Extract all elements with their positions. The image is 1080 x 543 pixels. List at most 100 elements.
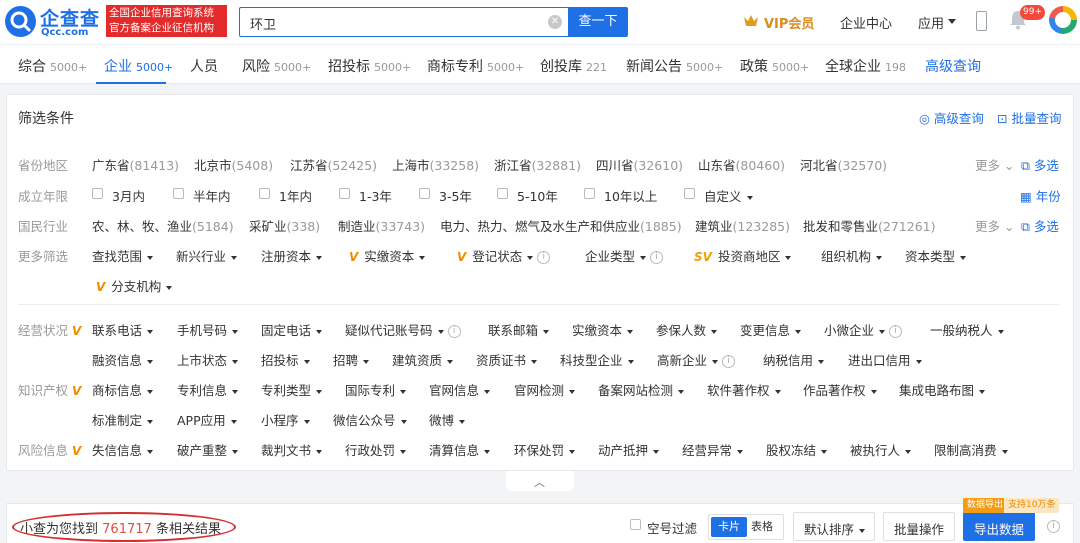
card-view-button[interactable]: 卡片	[711, 517, 747, 537]
province-option[interactable]: 四川省(32610)	[596, 155, 683, 174]
info-icon[interactable]: i	[722, 355, 735, 368]
filter-dropdown[interactable]: 标准制定	[92, 410, 154, 429]
province-option[interactable]: 上海市(33258)	[392, 155, 479, 174]
filter-dropdown[interactable]: 固定电话	[261, 320, 323, 339]
filter-dropdown[interactable]: 联系邮箱	[488, 320, 550, 339]
filter-dropdown[interactable]: 官网检测	[514, 380, 576, 399]
empty-number-label[interactable]: 空号过滤	[647, 518, 697, 537]
advanced-query-link[interactable]: ◎ 高级查询	[919, 108, 984, 127]
filter-dropdown[interactable]: 联系电话	[92, 320, 154, 339]
industry-more-button[interactable]: 更多 ⌄	[975, 216, 1014, 235]
filter-dropdown[interactable]: 裁判文书	[261, 440, 323, 459]
filter-dropdown[interactable]: 注册资本	[261, 246, 323, 265]
filter-dropdown[interactable]: 商标信息	[92, 380, 154, 399]
filter-dropdown[interactable]: 环保处罚	[514, 440, 576, 459]
founded-option[interactable]: 1年内	[279, 186, 312, 205]
filter-dropdown[interactable]: APP应用	[177, 410, 237, 429]
founded-checkbox[interactable]	[92, 188, 103, 199]
filter-dropdown[interactable]: 作品著作权	[803, 380, 877, 399]
tab-bidding[interactable]: 招投标 5000+	[328, 56, 411, 76]
filter-dropdown[interactable]: 限制高消费	[934, 440, 1008, 459]
filter-dropdown[interactable]: 参保人数	[656, 320, 718, 339]
filter-dropdown[interactable]: 招投标	[261, 350, 310, 369]
tab-enterprise[interactable]: 企业 5000+	[104, 56, 173, 76]
province-option[interactable]: 广东省(81413)	[92, 155, 179, 174]
filter-dropdown[interactable]: 清算信息	[429, 440, 491, 459]
filter-dropdown[interactable]: 失信信息	[92, 440, 154, 459]
filter-dropdown[interactable]: 专利信息	[177, 380, 239, 399]
filter-dropdown[interactable]: 融资信息	[92, 350, 154, 369]
industry-option[interactable]: 农、林、牧、渔业(5184)	[92, 216, 234, 235]
batch-query-link[interactable]: ⊡ 批量查询	[997, 108, 1061, 127]
tab-policy[interactable]: 政策 5000+	[740, 56, 809, 76]
industry-option[interactable]: 电力、热力、燃气及水生产和供应业(1885)	[440, 216, 682, 235]
info-icon[interactable]: i	[650, 251, 663, 264]
filter-dropdown[interactable]: 资本类型	[905, 246, 967, 265]
filter-dropdown[interactable]: 建筑资质	[392, 350, 454, 369]
info-icon[interactable]: i	[447, 325, 461, 338]
qcc-logo-icon[interactable]	[5, 6, 36, 37]
filter-dropdown[interactable]: 小程序	[261, 410, 310, 429]
tab-risk[interactable]: 风险 5000+	[242, 56, 311, 76]
tab-all[interactable]: 综合 5000+	[18, 56, 87, 76]
filter-dropdown[interactable]: 上市状态	[177, 350, 239, 369]
batch-operation-label[interactable]: 批量操作	[894, 519, 944, 538]
founded-option[interactable]: 5-10年	[517, 186, 558, 205]
filter-dropdown[interactable]: 国际专利	[345, 380, 407, 399]
search-input-value[interactable]: 环卫	[250, 14, 276, 33]
export-label[interactable]: 导出数据	[974, 519, 1024, 538]
filter-dropdown[interactable]: 微信公众号	[333, 410, 407, 429]
founded-checkbox[interactable]	[584, 188, 595, 199]
info-icon[interactable]: i	[889, 325, 902, 338]
filter-dropdown[interactable]: 实缴资本	[572, 320, 634, 339]
founded-option[interactable]: 半年内	[193, 186, 231, 205]
founded-option[interactable]: 3-5年	[439, 186, 472, 205]
filter-dropdown[interactable]: 高新企业 i	[657, 350, 735, 369]
founded-option[interactable]: 3月内	[112, 186, 145, 205]
founded-checkbox[interactable]	[684, 188, 695, 199]
founded-option[interactable]: 1-3年	[359, 186, 392, 205]
filter-dropdown[interactable]: 被执行人	[850, 440, 912, 459]
tab-trademark-patent[interactable]: 商标专利 5000+	[427, 56, 524, 76]
filter-dropdown[interactable]: 官网信息	[429, 380, 491, 399]
province-option[interactable]: 山东省(80460)	[698, 155, 785, 174]
filter-dropdown[interactable]: 疑似代记账号码 i	[345, 320, 461, 339]
province-more-button[interactable]: 更多 ⌄	[975, 155, 1014, 174]
search-button[interactable]: 查一下	[568, 7, 628, 37]
filter-dropdown[interactable]: 科技型企业	[560, 350, 634, 369]
vip-link[interactable]: VIP会员	[764, 13, 814, 32]
industry-multi-button[interactable]: ⧉ 多选	[1021, 216, 1059, 235]
app-menu[interactable]: 应用	[918, 13, 944, 32]
industry-option[interactable]: 制造业(33743)	[338, 216, 425, 235]
founded-checkbox[interactable]	[259, 188, 270, 199]
filter-dropdown[interactable]: 小微企业 i	[824, 320, 902, 339]
table-view-button[interactable]: 表格	[751, 518, 773, 534]
year-button[interactable]: ▦ 年份	[1020, 186, 1061, 205]
sort-label[interactable]: 默认排序	[804, 519, 866, 538]
tab-global[interactable]: 全球企业 198	[825, 56, 906, 76]
filter-dropdown[interactable]: SV 投资商地区	[694, 246, 792, 265]
filter-dropdown[interactable]: 纳税信用	[763, 350, 825, 369]
filter-dropdown[interactable]: 破产重整	[177, 440, 239, 459]
filter-dropdown[interactable]: 行政处罚	[345, 440, 407, 459]
tab-person[interactable]: 人员	[190, 56, 218, 76]
filter-dropdown[interactable]: 企业类型 i	[585, 246, 663, 265]
filter-dropdown[interactable]: 经营异常	[682, 440, 744, 459]
filter-dropdown[interactable]: 软件著作权	[707, 380, 781, 399]
filter-dropdown[interactable]: V 实缴资本	[349, 246, 426, 265]
filter-dropdown[interactable]: 手机号码	[177, 320, 239, 339]
filter-dropdown[interactable]: V 分支机构	[96, 276, 173, 295]
industry-option[interactable]: 建筑业(123285)	[695, 216, 790, 235]
filter-dropdown[interactable]: 集成电路布图	[899, 380, 986, 399]
phone-icon[interactable]	[976, 11, 987, 31]
filter-dropdown[interactable]: 查找范围	[92, 246, 154, 265]
founded-checkbox[interactable]	[339, 188, 350, 199]
info-icon[interactable]: i	[1047, 519, 1060, 534]
industry-option[interactable]: 批发和零售业(271261)	[803, 216, 936, 235]
info-icon[interactable]: i	[537, 251, 551, 264]
filter-dropdown[interactable]: 新兴行业	[176, 246, 238, 265]
filter-dropdown[interactable]: 动产抵押	[598, 440, 660, 459]
founded-custom[interactable]: 自定义	[704, 186, 753, 205]
filter-dropdown[interactable]: 组织机构	[821, 246, 883, 265]
founded-checkbox[interactable]	[173, 188, 184, 199]
